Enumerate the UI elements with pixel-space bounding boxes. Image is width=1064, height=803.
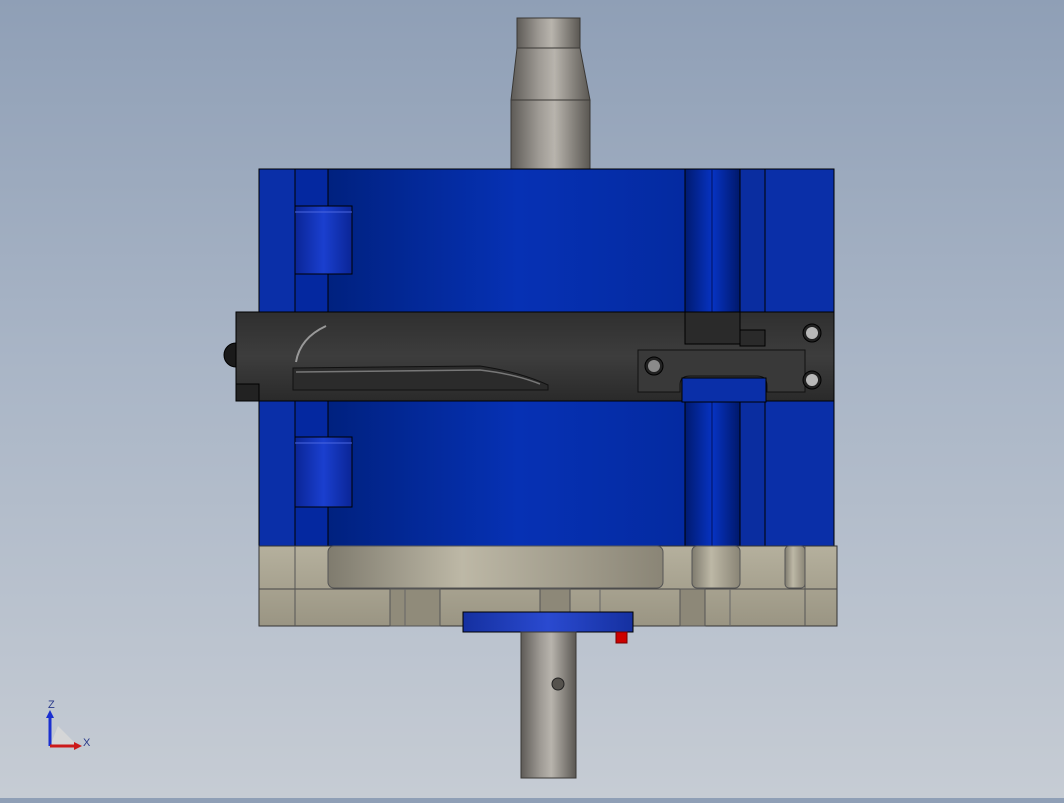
clamp-hole-left — [644, 356, 664, 376]
bottom-shaft[interactable] — [520, 631, 577, 779]
x-axis-arrow — [74, 742, 82, 750]
orientation-triad: Z X — [40, 696, 100, 756]
mounting-plate[interactable] — [462, 611, 634, 633]
z-axis-label: Z — [48, 699, 55, 711]
x-axis-label: X — [83, 737, 91, 749]
housing-tab-upper[interactable] — [294, 205, 353, 275]
red-marker — [615, 631, 628, 644]
housing-tab-lower[interactable] — [294, 436, 353, 508]
clamp-hole-upper-right — [802, 323, 822, 343]
z-axis-arrow — [46, 710, 54, 718]
top-shaft[interactable] — [510, 17, 591, 171]
cad-viewport[interactable] — [0, 0, 1064, 798]
clamp-band[interactable] — [223, 311, 835, 403]
clamp-hole-lower-right — [802, 370, 822, 390]
